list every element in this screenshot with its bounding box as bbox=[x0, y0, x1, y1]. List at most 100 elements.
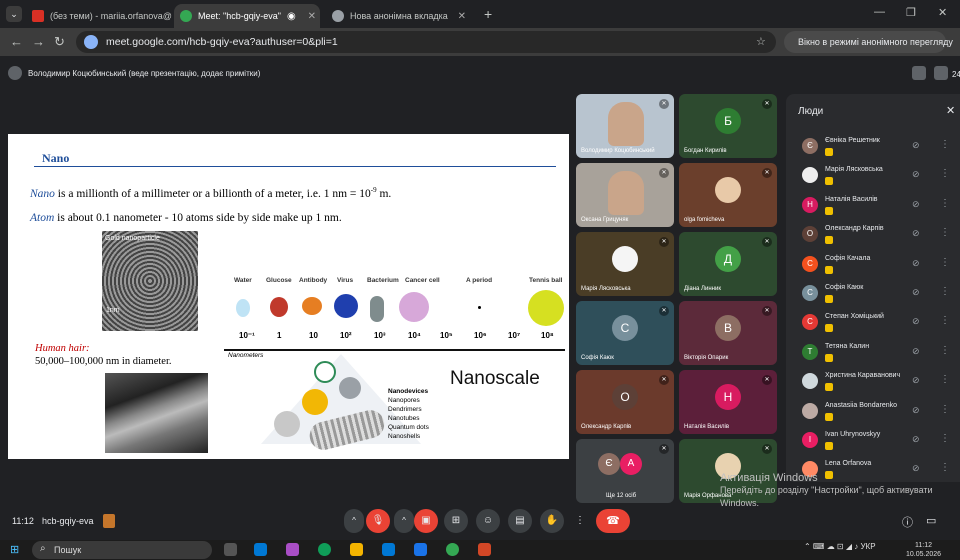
people-list-item[interactable]: Anastasiia Bondarenko ⊘ ⋮ bbox=[800, 401, 960, 427]
more-options-icon[interactable]: ⋮ bbox=[940, 462, 950, 473]
present-button[interactable]: ⊞ bbox=[444, 509, 468, 533]
participant-tile[interactable]: В ✕ Вікторія Опарик bbox=[679, 301, 777, 365]
camera-off-button[interactable]: ▣ bbox=[414, 509, 438, 533]
participant-tile[interactable]: Є А ✕ Ще 12 осіб bbox=[576, 439, 674, 503]
mic-muted-icon[interactable]: ⊘ bbox=[912, 375, 920, 386]
task-view-icon[interactable] bbox=[224, 543, 237, 556]
mic-muted-icon[interactable]: ⊘ bbox=[912, 199, 920, 210]
bookmark-star-icon[interactable]: ☆ bbox=[756, 35, 766, 48]
taskbar-search[interactable]: Пошук bbox=[32, 541, 212, 559]
mic-muted-icon[interactable]: ⊘ bbox=[912, 434, 920, 445]
chrome-icon[interactable] bbox=[446, 543, 459, 556]
chat-icon[interactable]: ▭ bbox=[926, 514, 936, 527]
video-options-chevron-icon[interactable]: ^ bbox=[394, 509, 414, 533]
tab-meet[interactable]: Meet: "hcb-gqiy-eva" ◉ ✕ bbox=[174, 4, 320, 28]
people-list-item[interactable]: I Ivan Uhrynovskyy ⊘ ⋮ bbox=[800, 430, 960, 456]
meeting-details-icon[interactable] bbox=[103, 514, 115, 528]
captions-button[interactable]: ▤ bbox=[508, 509, 532, 533]
mic-muted-icon[interactable]: ⊘ bbox=[912, 140, 920, 151]
edge-icon[interactable] bbox=[318, 543, 331, 556]
participant-tile[interactable]: ✕ Володимир Коцюбинський bbox=[576, 94, 674, 158]
powerpoint-icon[interactable] bbox=[478, 543, 491, 556]
people-list-item[interactable]: О Олександр Карпів ⊘ ⋮ bbox=[800, 224, 960, 250]
notes-icon[interactable] bbox=[912, 66, 926, 80]
hand-raised-icon bbox=[825, 383, 833, 392]
people-list-item[interactable]: Н Наталія Василів ⊘ ⋮ bbox=[800, 195, 960, 221]
forward-icon[interactable]: → bbox=[32, 34, 45, 49]
calculator-icon[interactable] bbox=[254, 543, 267, 556]
participant-tile[interactable]: ✕ olga fomicheva bbox=[679, 163, 777, 227]
more-options-icon[interactable]: ⋮ bbox=[940, 257, 950, 268]
more-options-icon[interactable]: ⋮ bbox=[940, 374, 950, 385]
people-list-item[interactable]: Христина Караванович ⊘ ⋮ bbox=[800, 371, 960, 397]
nanoshell bbox=[339, 377, 361, 399]
audio-options-chevron-icon[interactable]: ^ bbox=[344, 509, 364, 533]
people-icon[interactable] bbox=[934, 66, 948, 80]
people-list-item[interactable]: С Софія Качала ⊘ ⋮ bbox=[800, 254, 960, 280]
new-tab-icon[interactable]: + bbox=[484, 6, 492, 22]
avatar: С bbox=[802, 285, 818, 301]
tab-incognito[interactable]: Нова анонімна вкладка ✕ bbox=[326, 4, 472, 28]
start-icon[interactable]: ⊞ bbox=[10, 543, 19, 556]
file-explorer-icon[interactable] bbox=[350, 543, 363, 556]
participant-tile[interactable]: Б ✕ Богдан Кирилів bbox=[679, 94, 777, 158]
system-tray[interactable]: ⌃ ⌨ ☁ ⊡ ◢ ♪ УКР bbox=[804, 542, 876, 551]
more-options-icon[interactable]: ⋮ bbox=[940, 139, 950, 150]
close-window-icon[interactable]: ✕ bbox=[938, 6, 947, 19]
mic-muted-icon[interactable]: ⊘ bbox=[912, 346, 920, 357]
participant-tile[interactable]: Д ✕ Діана Линник bbox=[679, 232, 777, 296]
mic-muted-icon[interactable]: ⊘ bbox=[912, 258, 920, 269]
more-options-icon[interactable]: ⋮ bbox=[940, 404, 950, 415]
mic-muted-icon[interactable]: ⊘ bbox=[912, 287, 920, 298]
mic-off-button[interactable]: 🎙 bbox=[366, 509, 390, 533]
more-options-icon[interactable]: ⋮ bbox=[940, 198, 950, 209]
mic-muted-icon[interactable]: ⊘ bbox=[912, 228, 920, 239]
human-hair-image bbox=[105, 373, 208, 453]
search-icon: ⌕ bbox=[40, 543, 46, 554]
people-list-item[interactable]: Марія Лясковська ⊘ ⋮ bbox=[800, 165, 960, 191]
reload-icon[interactable]: ↻ bbox=[54, 34, 65, 50]
url-field[interactable]: meet.google.com/hcb-gqiy-eva?authuser=0&… bbox=[76, 31, 776, 53]
more-options-icon[interactable]: ⋮ bbox=[940, 227, 950, 238]
more-options-icon[interactable]: ⋮ bbox=[572, 509, 588, 533]
participant-tile[interactable]: С ✕ Софія Каюк bbox=[576, 301, 674, 365]
more-options-icon[interactable]: ⋮ bbox=[940, 433, 950, 444]
participant-tile[interactable]: Н ✕ Наталія Василів bbox=[679, 370, 777, 434]
incognito-indicator[interactable]: Вікно в режимі анонімного перегляду bbox=[784, 31, 953, 53]
tab-gmail[interactable]: (без теми) - mariia.orfanova@ ✕ bbox=[26, 4, 172, 28]
mic-muted-icon[interactable]: ⊘ bbox=[912, 316, 920, 327]
people-list-item[interactable]: С Степан Хоміцький ⊘ ⋮ bbox=[800, 312, 960, 338]
participant-tile[interactable]: О ✕ Олександр Карпів bbox=[576, 370, 674, 434]
participant-tile[interactable]: ✕ Оксана Грицуняк bbox=[576, 163, 674, 227]
leave-call-button[interactable]: ☎ bbox=[596, 509, 630, 533]
people-list-item[interactable]: Є Євніка Решетник ⊘ ⋮ bbox=[800, 136, 960, 162]
back-icon[interactable]: ← bbox=[10, 34, 23, 49]
mic-muted-icon[interactable]: ⊘ bbox=[912, 405, 920, 416]
tab-search-button[interactable]: ⌄ bbox=[6, 6, 22, 22]
more-options-icon[interactable]: ⋮ bbox=[940, 286, 950, 297]
mic-muted-icon[interactable]: ⊘ bbox=[912, 169, 920, 180]
people-list-item[interactable]: С Софія Каюк ⊘ ⋮ bbox=[800, 283, 960, 309]
copilot-icon[interactable] bbox=[286, 543, 299, 556]
more-options-icon[interactable]: ⋮ bbox=[940, 315, 950, 326]
participant-tile[interactable]: ✕ Марія Лясковська bbox=[576, 232, 674, 296]
store-icon[interactable] bbox=[382, 543, 395, 556]
close-icon[interactable]: ✕ bbox=[458, 11, 466, 22]
more-options-icon[interactable]: ⋮ bbox=[940, 168, 950, 179]
minimize-icon[interactable]: — bbox=[874, 6, 885, 18]
taskbar-clock[interactable]: 11:12 10.05.2026 bbox=[906, 541, 941, 559]
mail-icon[interactable] bbox=[414, 543, 427, 556]
people-list-item[interactable]: Т Тетяна Калин ⊘ ⋮ bbox=[800, 342, 960, 368]
site-info-icon[interactable] bbox=[84, 35, 98, 49]
restore-icon[interactable]: ❐ bbox=[906, 6, 916, 19]
scale-label: Water bbox=[234, 277, 252, 284]
close-icon[interactable]: ✕ bbox=[946, 104, 955, 117]
close-icon[interactable]: ✕ bbox=[308, 11, 316, 22]
more-options-icon[interactable]: ⋮ bbox=[940, 345, 950, 356]
reactions-button[interactable]: ☺ bbox=[476, 509, 500, 533]
scale-label: Cancer cell bbox=[405, 277, 440, 284]
raise-hand-button[interactable]: ✋ bbox=[540, 509, 564, 533]
info-icon[interactable]: ⓘ bbox=[902, 514, 913, 530]
scale-number: 10² bbox=[340, 331, 352, 340]
participant-name: Софія Каюк bbox=[581, 355, 614, 361]
